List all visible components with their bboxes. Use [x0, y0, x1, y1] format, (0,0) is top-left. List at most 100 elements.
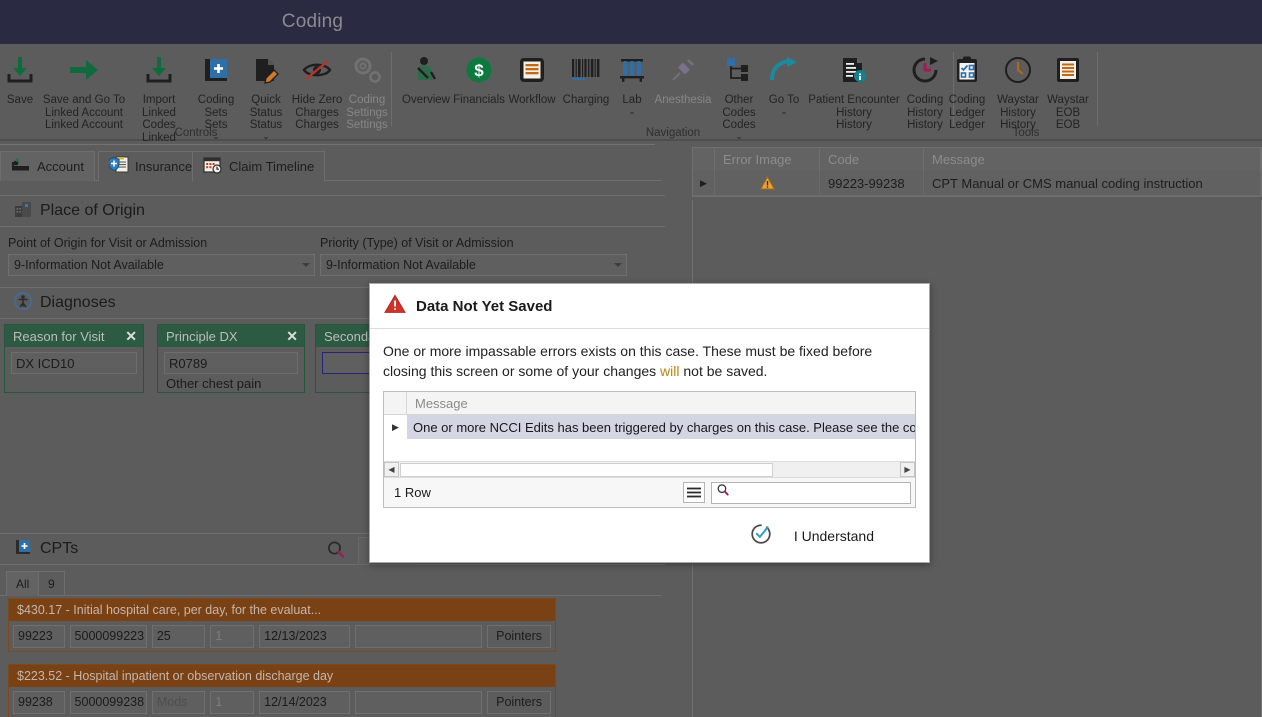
- document-tab-claim-timeline[interactable]: Claim Timeline: [192, 151, 326, 181]
- cpt-filter-tab-all[interactable]: All: [6, 571, 40, 596]
- list-lines-icon: [506, 50, 558, 90]
- ribbon-item-label: Financials: [453, 94, 505, 106]
- ribbon-item-label: Codes: [722, 119, 756, 131]
- tab-strip-top-rule: [0, 144, 655, 145]
- diagnosis-code-input[interactable]: R0789: [164, 352, 298, 374]
- document-tab-label: Account: [37, 159, 84, 174]
- cpt-modifiers-input[interactable]: Mods: [151, 690, 206, 714]
- ribbon-item-label: Anesthesia: [654, 94, 712, 106]
- cpt-search-button[interactable]: [325, 539, 349, 563]
- hamburger-menu-icon[interactable]: [683, 482, 705, 503]
- ribbon-item-patient-encounter-history[interactable]: Patient Encounter History History: [800, 50, 908, 132]
- point-of-origin-select[interactable]: 9-Information Not Available: [8, 254, 315, 276]
- arrow-right-icon: [40, 50, 128, 90]
- document-tab-account[interactable]: Account: [0, 151, 95, 181]
- diagnosis-code-value: DX ICD10: [16, 355, 75, 371]
- cpt-charge-code-input[interactable]: 5000099238: [69, 690, 147, 714]
- document-tab-insurance[interactable]: Insurance: [98, 151, 204, 181]
- dialog-row-indicator: ▶: [384, 415, 407, 439]
- dialog-search-box[interactable]: [711, 481, 911, 504]
- chevron-down-icon[interactable]: ⌄: [716, 131, 762, 141]
- dialog-search-input[interactable]: [734, 484, 894, 501]
- diagnosis-description: Other chest pain: [166, 376, 262, 391]
- ribbon-item-coding-history[interactable]: Coding History History: [904, 50, 946, 132]
- cpt-filter-tab-9[interactable]: 9: [38, 571, 65, 596]
- cpt-code-input[interactable]: 99238: [13, 690, 65, 714]
- i-understand-button[interactable]: I Understand: [750, 523, 874, 550]
- cpt-row-title: $223.52 - Hospital inpatient or observat…: [17, 669, 334, 683]
- test-tubes-icon: [614, 50, 650, 90]
- chevron-down-icon[interactable]: ⌄: [190, 131, 242, 141]
- dialog-message-grid: Message ▶ One or more NCCI Edits has bee…: [383, 391, 916, 508]
- cpt-charge-code-input[interactable]: 5000099223: [69, 624, 147, 648]
- cpt-date-picker[interactable]: 12/13/2023: [259, 624, 351, 648]
- dialog-grid-horizontal-scrollbar[interactable]: ◀ ▶: [384, 461, 915, 477]
- diagnosis-code-value: R0789: [169, 355, 208, 371]
- cpt-date-picker[interactable]: 12/14/2023: [259, 690, 351, 714]
- dialog-grid-col-indicator: [384, 392, 407, 414]
- ribbon-item-lab[interactable]: Lab ⌄: [614, 50, 650, 116]
- import-download-icon: [128, 50, 190, 90]
- diagnosis-card-reason-for-visit: Reason for Visit ✕ DX ICD10: [4, 324, 144, 393]
- ribbon-item-charging[interactable]: Charging: [558, 50, 614, 107]
- error-grid-col-code[interactable]: Code: [820, 148, 924, 171]
- dialog-message-part-a: closing this screen or some of your chan…: [383, 363, 661, 379]
- hierarchy-icon: [716, 50, 762, 90]
- section-header-place-of-origin: Place of Origin: [0, 195, 665, 227]
- chevron-down-icon[interactable]: ⌄: [242, 131, 290, 141]
- ribbon-item-save-and-go-to-linked-account[interactable]: Save and Go To Linked Account Linked Acco…: [40, 50, 128, 132]
- ribbon-group-divider: [1097, 52, 1098, 126]
- gears-icon: [344, 50, 390, 90]
- chevron-down-icon[interactable]: ⌄: [614, 106, 650, 116]
- cpt-pointers-button[interactable]: Pointers: [487, 624, 551, 648]
- ribbon-item-label: History: [1000, 119, 1036, 131]
- ribbon-item-waystar-eob[interactable]: Waystar EOB EOB: [1044, 50, 1092, 132]
- ribbon-toolbar: Controls Save Save and Go To Linked Accoun…: [0, 44, 1262, 156]
- cpt-note-input[interactable]: [355, 690, 483, 714]
- cpt-units-stepper[interactable]: 1: [210, 624, 255, 648]
- error-row-code: 99223-99238: [820, 171, 924, 195]
- page-pencil-icon: [242, 50, 290, 90]
- ribbon-item-label: Patient Encounter History: [808, 94, 900, 119]
- ribbon-item-coding-sets[interactable]: Coding Sets Sets ⌄: [190, 50, 242, 141]
- ribbon-item-workflow[interactable]: Workflow: [506, 50, 558, 107]
- dollar-circle-icon: $: [452, 50, 506, 90]
- ribbon-item-label: Save: [6, 94, 34, 106]
- svg-text:$: $: [474, 61, 484, 80]
- dialog-grid-col-message[interactable]: Message: [407, 392, 468, 414]
- close-icon[interactable]: ✕: [125, 328, 137, 345]
- row-count-label: 1 Row: [394, 485, 431, 500]
- cpt-note-input[interactable]: [355, 624, 483, 648]
- check-circle-icon: [750, 523, 772, 550]
- bed-plus-icon: [11, 157, 31, 176]
- ribbon-item-label: Hide Zero Charges: [291, 94, 343, 119]
- ribbon-item-label: Charges: [295, 119, 339, 131]
- ribbon-item-import-linked-codes[interactable]: Import Linked CodesLinked Codes: [128, 50, 190, 157]
- cpt-modifiers-input[interactable]: 25: [151, 624, 206, 648]
- scroll-left-button[interactable]: ◀: [384, 462, 399, 477]
- error-grid-row[interactable]: ▶ 99223-99238 CPT Manual or CMS manual c…: [693, 171, 1261, 196]
- diagnosis-code-input[interactable]: DX ICD10: [11, 352, 137, 374]
- cpt-units-stepper[interactable]: 1: [210, 690, 255, 714]
- cpt-code-input[interactable]: 99223: [13, 624, 65, 648]
- ribbon-item-coding-settings: Coding Settings Settings: [344, 50, 390, 132]
- error-grid-col-error-image[interactable]: Error Image: [715, 148, 820, 171]
- ribbon-item-other-codes[interactable]: Other Codes Codes ⌄: [716, 50, 762, 141]
- scroll-thumb[interactable]: [400, 462, 773, 477]
- dialog-grid-row[interactable]: ▶ One or more NCCI Edits has been trigge…: [384, 415, 915, 439]
- cpt-row-fields: 99223 5000099223 25 1 12/13/2023 Pointers: [9, 621, 555, 651]
- warning-triangle-icon: [384, 293, 406, 319]
- scroll-right-button[interactable]: ▶: [900, 462, 915, 477]
- ribbon-item-waystar-history[interactable]: Waystar History History: [992, 50, 1044, 132]
- ribbon-item-quick-status[interactable]: Quick Status Status ⌄: [242, 50, 290, 141]
- close-icon[interactable]: ✕: [286, 328, 298, 345]
- ribbon-item-hide-zero-charges[interactable]: Hide Zero Charges Charges: [290, 50, 344, 132]
- error-grid-col-message[interactable]: Message: [924, 148, 1261, 171]
- cpt-pointers-button[interactable]: Pointers: [487, 690, 551, 714]
- ribbon-item-overview[interactable]: Overview: [400, 50, 452, 107]
- dialog-title: Data Not Yet Saved: [416, 297, 553, 315]
- priority-type-select[interactable]: 9-Information Not Available: [320, 254, 627, 276]
- dialog-message-line-1: One or more impassable errors exists on …: [383, 343, 873, 359]
- ribbon-item-save[interactable]: Save: [0, 50, 40, 107]
- ribbon-item-financials[interactable]: $ Financials: [452, 50, 506, 107]
